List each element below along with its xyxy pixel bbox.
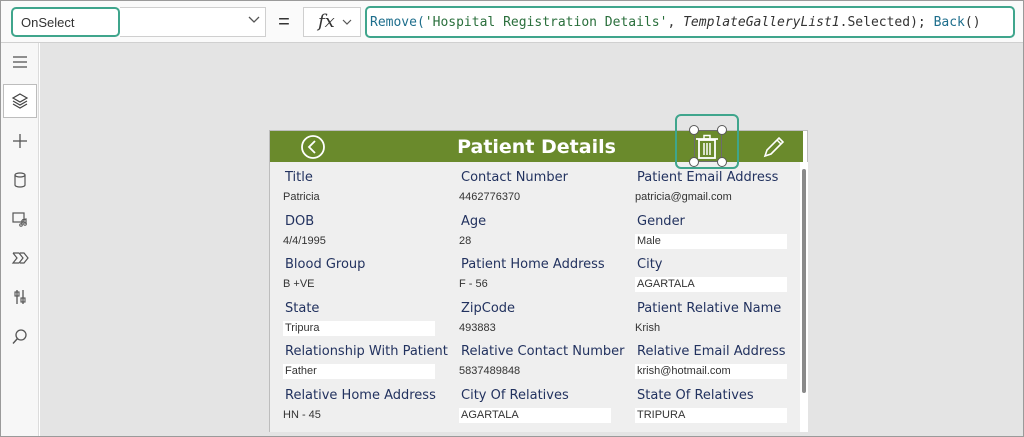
field-value: AGARTALA	[459, 408, 611, 423]
field-value: AGARTALA	[635, 277, 787, 292]
app-screen: Patient Details Title Patricia Contact Num…	[269, 130, 808, 432]
fx-button[interactable]: fx	[303, 7, 361, 37]
field-value: 4462776370	[459, 191, 521, 203]
pencil-icon[interactable]	[762, 135, 786, 159]
field-value: 493883	[459, 322, 496, 334]
field-label: City	[637, 257, 663, 272]
field-label: Patient Relative Name	[637, 301, 782, 316]
field-value: 4/4/1995	[283, 235, 326, 247]
formula-token: .Selected);	[839, 15, 934, 30]
field-label: Patient Home Address	[461, 257, 605, 272]
resize-handle[interactable]	[717, 157, 727, 167]
formula-token: ()	[964, 15, 981, 30]
tools-icon[interactable]	[3, 280, 37, 314]
field-label: ZipCode	[461, 301, 516, 316]
field-value: patricia@gmail.com	[635, 191, 732, 203]
scrollbar-thumb[interactable]	[802, 169, 806, 393]
formula-bar: OnSelect = fx Remove('Hospital Registrat…	[1, 1, 1023, 43]
display-form: Title Patricia Contact Number 4462776370 Pat…	[270, 162, 803, 432]
power-automate-icon[interactable]	[3, 241, 37, 275]
left-rail	[1, 43, 39, 436]
fx-icon: fx	[318, 11, 335, 32]
resize-handle[interactable]	[689, 157, 699, 167]
formula-token: ,	[667, 15, 684, 30]
formula-token: Back	[933, 15, 965, 30]
search-icon[interactable]	[3, 320, 37, 354]
field-value: krish@hotmail.com	[635, 364, 787, 379]
field-value: B +VE	[283, 278, 315, 290]
field-value: Father	[283, 364, 435, 379]
field-label: DOB	[285, 214, 315, 229]
formula-token: Remove(	[370, 15, 425, 30]
resize-handle[interactable]	[689, 125, 699, 135]
chevron-down-icon[interactable]	[247, 13, 261, 27]
field-value: Tripura	[283, 321, 435, 336]
field-label: Age	[461, 214, 487, 229]
property-name: OnSelect	[21, 15, 75, 30]
field-label: Title	[285, 170, 313, 185]
formula-input[interactable]: Remove('Hospital Registration Details', …	[365, 6, 1015, 38]
field-label: Relative Contact Number	[461, 344, 625, 359]
field-label: City Of Relatives	[461, 388, 569, 403]
field-value: F - 56	[459, 278, 488, 290]
chevron-down-icon	[342, 19, 352, 25]
field-value: 28	[459, 235, 472, 247]
field-label: State	[285, 301, 320, 316]
field-label: Contact Number	[461, 170, 568, 185]
equals-sign: =	[278, 11, 290, 33]
field-label: Patient Email Address	[637, 170, 779, 185]
property-dropdown-field[interactable]	[120, 7, 266, 37]
field-label: Blood Group	[285, 257, 366, 272]
plus-icon[interactable]	[3, 124, 37, 158]
field-label: State Of Relatives	[637, 388, 754, 403]
field-label: Gender	[637, 214, 685, 229]
hamburger-menu-icon[interactable]	[3, 45, 37, 79]
field-value: Krish	[635, 322, 661, 334]
property-dropdown[interactable]: OnSelect	[11, 7, 120, 37]
layers-icon[interactable]	[3, 84, 37, 118]
field-value: HN - 45	[283, 409, 321, 421]
database-icon[interactable]	[3, 163, 37, 197]
media-icon[interactable]	[3, 202, 37, 236]
field-label: Relative Home Address	[285, 388, 436, 403]
field-label: Relationship With Patient	[285, 344, 448, 359]
field-value: Male	[635, 234, 787, 249]
formula-token: 'Hospital Registration Details'	[424, 15, 668, 30]
field-value: 5837489848	[459, 365, 521, 377]
field-value: TRIPURA	[635, 408, 787, 423]
field-value: Patricia	[283, 191, 320, 203]
formula-token: TemplateGalleryList1	[683, 15, 840, 30]
field-label: Relative Email Address	[637, 344, 786, 359]
resize-handle[interactable]	[717, 125, 727, 135]
